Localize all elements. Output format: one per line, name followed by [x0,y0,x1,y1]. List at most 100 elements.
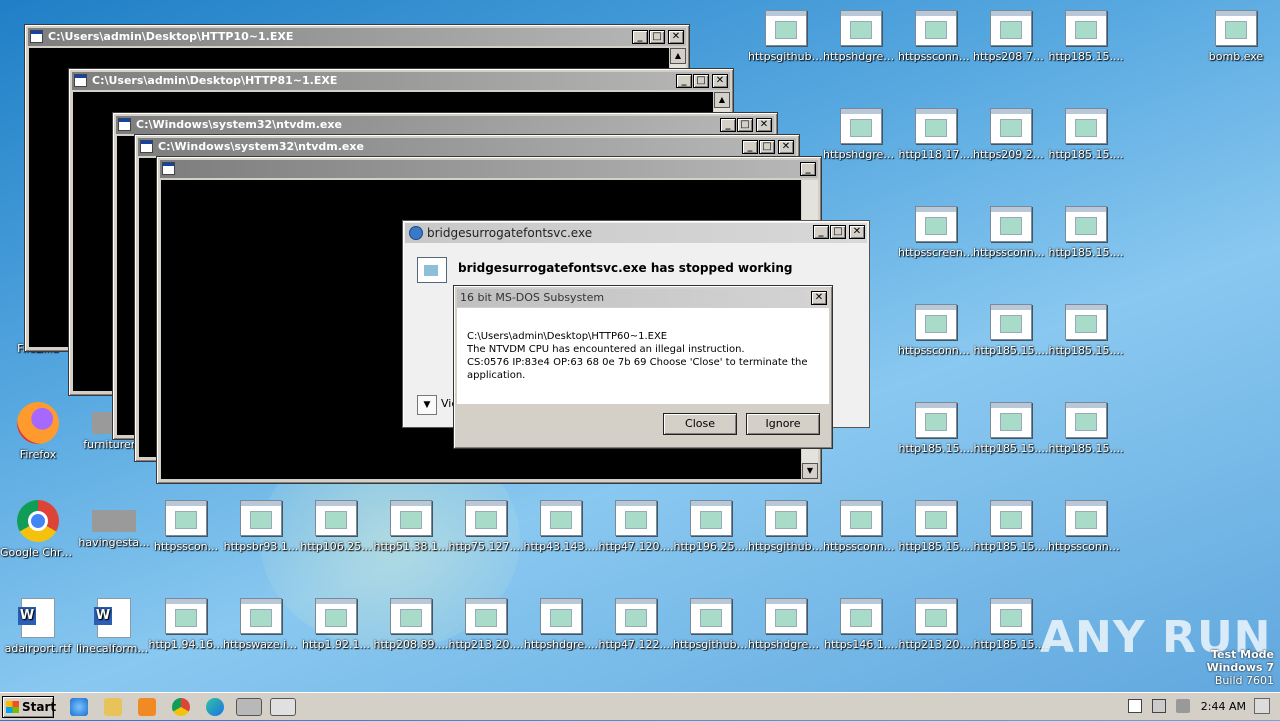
minimize-button[interactable]: _ [720,118,736,132]
desktop-icon[interactable]: http196.25.... [673,500,749,553]
desktop-icon[interactable]: http185.15.... [973,598,1049,651]
close-button[interactable]: ✕ [778,140,794,154]
desktop-icon[interactable]: http213.20.... [898,598,974,651]
desktop-icon[interactable]: http185.15.... [898,500,974,553]
edge-icon[interactable] [206,698,224,716]
desktop-icon[interactable]: http43.143.... [523,500,599,553]
exe-icon [765,500,807,536]
error-task-icon[interactable] [270,698,296,716]
minimize-button[interactable]: _ [632,30,648,44]
desktop-icon[interactable]: http75.127.... [448,500,524,553]
flag-icon[interactable] [1128,699,1142,713]
desktop-icon[interactable]: https146.1.... [823,598,899,651]
chevron-down-icon[interactable]: ▼ [417,395,437,415]
desktop-icon[interactable]: http185.15.... [1048,304,1124,357]
desktop-icon[interactable]: http47.120.... [598,500,674,553]
desktop-icon[interactable]: http51.38.1... [373,500,449,553]
close-button[interactable]: ✕ [668,30,684,44]
maximize-button[interactable]: □ [759,140,775,154]
scroll-up-arrow[interactable]: ▲ [714,92,730,108]
window-titlebar[interactable]: C:\Users\admin\Desktop\HTTP81~1.EXE _ □ … [72,72,730,90]
maximize-button[interactable]: □ [830,225,846,239]
desktop-icon[interactable]: https208.71.... [973,10,1049,63]
desktop-icon[interactable]: adairport.rtf [0,598,76,655]
desktop-icon-label: http185.15.... [1048,344,1124,357]
desktop-icon[interactable]: Google Chrome [0,500,76,559]
close-button[interactable]: Close [663,413,737,435]
close-button[interactable]: ✕ [756,118,772,132]
media-player-icon[interactable] [138,698,156,716]
ntvdm-error-dialog[interactable]: 16 bit MS-DOS Subsystem ✕ C:\Users\admin… [453,285,833,449]
window-titlebar[interactable]: C:\Windows\system32\ntvdm.exe _ □ ✕ [116,116,774,134]
scroll-down-arrow[interactable]: ▼ [802,463,818,479]
ntvdm-dialog-titlebar[interactable]: 16 bit MS-DOS Subsystem ✕ [457,289,829,307]
scroll-up-arrow[interactable]: ▲ [670,48,686,64]
window-titlebar[interactable]: C:\Users\admin\Desktop\HTTP10~1.EXE _ □ … [28,28,686,46]
window-titlebar[interactable]: C:\Windows\system32\ntvdm.exe _ □ ✕ [138,138,796,156]
error-dialog-titlebar[interactable]: bridgesurrogatefontsvc.exe _ □ ✕ [405,223,867,243]
desktop-icon[interactable]: http185.15.... [973,402,1049,455]
desktop-icon[interactable]: http185.15.... [1048,10,1124,63]
desktop-icon[interactable]: httpssconne.... [823,500,899,553]
minimize-button[interactable]: _ [742,140,758,154]
desktop-icon[interactable]: http185.15.... [898,402,974,455]
desktop-icon-label: http75.127.... [448,540,524,553]
minimize-button[interactable]: _ [800,162,816,176]
window-titlebar[interactable]: _ [160,160,818,178]
desktop-icon[interactable]: httpshdgree.... [823,10,899,63]
desktop-icon[interactable]: http106.25... [298,500,374,553]
taskbar-clock[interactable]: 2:44 AM [1201,693,1246,721]
show-desktop-button[interactable] [1254,698,1270,714]
maximize-button[interactable]: □ [737,118,753,132]
close-icon[interactable]: ✕ [811,291,827,305]
desktop-icon[interactable]: httpssconne.... [1048,500,1124,553]
internet-explorer-icon[interactable] [70,698,88,716]
minimize-button[interactable]: _ [813,225,829,239]
desktop-icon[interactable]: http1.94.16... [148,598,224,651]
desktop-icon[interactable]: http185.15.... [1048,402,1124,455]
desktop-icon[interactable]: httpshdgree.... [823,108,899,161]
desktop-icon[interactable]: httpsscon... [148,500,224,553]
desktop-icon[interactable]: http185.15.... [1048,206,1124,259]
network-icon[interactable] [1152,699,1166,713]
desktop-icon[interactable]: havingesta... [76,500,152,549]
close-button[interactable]: ✕ [849,225,865,239]
desktop-icon[interactable]: httpsscreen.... [898,206,974,259]
desktop-icon[interactable]: http1.92.1... [298,598,374,651]
desktop-icon[interactable]: httpsgithub.... [673,598,749,651]
desktop-icon[interactable]: httpswaze.in... [223,598,299,651]
minimize-button[interactable]: _ [676,74,692,88]
exe-icon [990,402,1032,438]
desktop-icon-label: https146.1.... [824,638,898,651]
desktop-icon[interactable]: http185.15.... [1048,108,1124,161]
build-line: Build 7601 [1214,674,1274,687]
desktop-icon[interactable]: http185.15.... [973,500,1049,553]
desktop-icon[interactable]: http118.17.... [898,108,974,161]
maximize-button[interactable]: □ [649,30,665,44]
desktop-icon[interactable]: httpshdgre.... [523,598,599,651]
desktop-icon[interactable]: bomb.exe [1198,10,1274,63]
desktop-icon[interactable]: httpshdgree.... [748,598,824,651]
maximize-button[interactable]: □ [693,74,709,88]
desktop-icon[interactable]: httpssconne.... [898,10,974,63]
desktop-icon[interactable]: httpssconne.... [973,206,1049,259]
volume-icon[interactable] [1176,699,1190,713]
desktop-icon[interactable]: httpsbr93.1... [223,500,299,553]
desktop-icon[interactable]: Firefox [0,402,76,461]
start-button[interactable]: Start [2,696,56,718]
desktop-icon[interactable]: httpsgithub.... [748,10,824,63]
exe-icon [915,402,957,438]
desktop-icon[interactable]: http213.20.... [448,598,524,651]
chrome-icon[interactable] [172,698,190,716]
desktop-icon[interactable]: linecalforma... [76,598,152,655]
desktop-icon[interactable]: https209.24.... [973,108,1049,161]
ignore-button[interactable]: Ignore [746,413,820,435]
desktop-icon[interactable]: http185.15.... [973,304,1049,357]
file-explorer-icon[interactable] [104,698,122,716]
ntvdm-task-icon[interactable] [236,698,262,716]
close-button[interactable]: ✕ [712,74,728,88]
desktop-icon[interactable]: http47.122.... [598,598,674,651]
desktop-icon[interactable]: httpsgithub.... [748,500,824,553]
desktop-icon[interactable]: http208.89.... [373,598,449,651]
desktop-icon[interactable]: httpssconne.... [898,304,974,357]
